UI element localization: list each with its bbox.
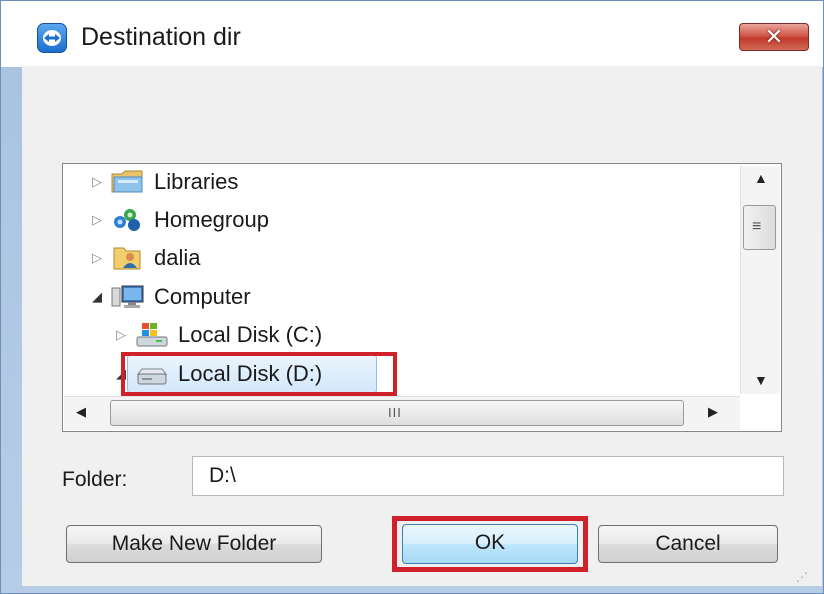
vertical-scrollbar[interactable] — [740, 166, 780, 394]
scroll-right-icon[interactable]: ▶ — [708, 404, 718, 420]
collapse-arrow-icon[interactable]: ◢ — [90, 289, 104, 305]
teamviewer-icon — [37, 23, 67, 53]
tree-item-local-disk-c[interactable]: ▷ Local Disk (C:) — [114, 317, 322, 353]
expand-arrow-icon[interactable]: ▷ — [114, 327, 128, 343]
tree-item-libraries[interactable]: ▷ Libraries — [90, 164, 238, 200]
tree-item-label: Local Disk (C:) — [178, 322, 323, 347]
folder-path-input[interactable] — [192, 456, 784, 496]
expand-arrow-icon[interactable]: ▷ — [90, 212, 104, 228]
scroll-left-icon[interactable]: ◀ — [76, 404, 86, 420]
expand-arrow-icon[interactable]: ▷ — [90, 250, 104, 266]
libraries-icon — [110, 168, 146, 196]
tree-item-dalia[interactable]: ▷ dalia — [90, 240, 200, 276]
thumb-grip-icon: ≡ — [752, 218, 763, 235]
tree-item-homegroup[interactable]: ▷ Homegroup — [90, 202, 269, 238]
user-folder-icon — [110, 244, 146, 272]
annotation-highlight-d-drive — [121, 352, 397, 396]
resize-grip-icon[interactable]: ⋰ — [796, 570, 808, 584]
title-bar[interactable]: Destination dir ✕ — [1, 1, 823, 67]
tree-item-computer[interactable]: ◢ Computer — [90, 279, 251, 315]
make-new-folder-button[interactable]: Make New Folder — [66, 525, 322, 563]
annotation-highlight-ok — [392, 516, 588, 572]
thumb-grip-icon: III — [388, 405, 402, 420]
cancel-button[interactable]: Cancel — [598, 525, 778, 563]
folder-label: Folder: — [62, 468, 128, 491]
windows-drive-icon — [134, 321, 170, 349]
tree-item-label: Homegroup — [154, 207, 269, 232]
close-button[interactable]: ✕ — [739, 23, 809, 51]
expand-arrow-icon[interactable]: ▷ — [90, 174, 104, 190]
tree-item-label: Computer — [154, 284, 251, 309]
scroll-down-icon[interactable]: ▼ — [754, 372, 768, 388]
tree-item-label: Libraries — [154, 169, 239, 194]
computer-icon — [110, 283, 146, 311]
window-title: Destination dir — [81, 23, 241, 51]
tree-item-label: dalia — [154, 245, 201, 270]
homegroup-icon — [110, 206, 146, 234]
scroll-up-icon[interactable]: ▲ — [754, 170, 768, 186]
